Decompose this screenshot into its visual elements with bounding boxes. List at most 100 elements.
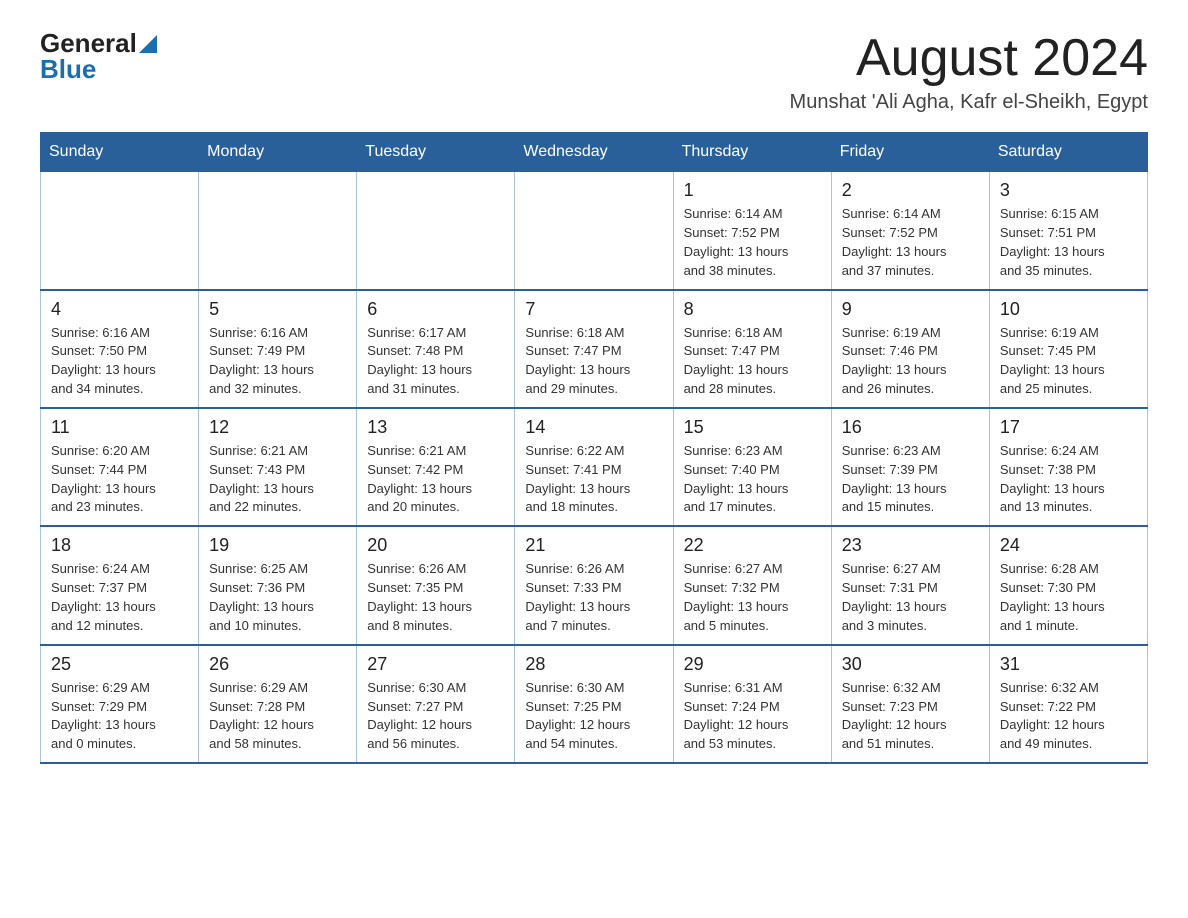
day-info: Sunrise: 6:32 AM Sunset: 7:22 PM Dayligh…	[1000, 679, 1137, 754]
logo-triangle-icon	[139, 35, 157, 53]
day-info: Sunrise: 6:30 AM Sunset: 7:27 PM Dayligh…	[367, 679, 504, 754]
day-number: 15	[684, 417, 821, 438]
logo: General Blue	[40, 30, 157, 82]
day-info: Sunrise: 6:18 AM Sunset: 7:47 PM Dayligh…	[525, 324, 662, 399]
day-info: Sunrise: 6:25 AM Sunset: 7:36 PM Dayligh…	[209, 560, 346, 635]
calendar-day: 5 Sunrise: 6:16 AM Sunset: 7:49 PM Daylig…	[199, 290, 357, 408]
col-header-friday: Friday	[831, 133, 989, 172]
day-number: 23	[842, 535, 979, 556]
day-number: 27	[367, 654, 504, 675]
day-number: 28	[525, 654, 662, 675]
day-info: Sunrise: 6:24 AM Sunset: 7:37 PM Dayligh…	[51, 560, 188, 635]
day-info: Sunrise: 6:19 AM Sunset: 7:46 PM Dayligh…	[842, 324, 979, 399]
day-info: Sunrise: 6:20 AM Sunset: 7:44 PM Dayligh…	[51, 442, 188, 517]
col-header-saturday: Saturday	[989, 133, 1147, 172]
day-info: Sunrise: 6:21 AM Sunset: 7:42 PM Dayligh…	[367, 442, 504, 517]
calendar-day: 14 Sunrise: 6:22 AM Sunset: 7:41 PM Dayli…	[515, 408, 673, 526]
calendar-day: 19 Sunrise: 6:25 AM Sunset: 7:36 PM Dayli…	[199, 526, 357, 644]
day-number: 13	[367, 417, 504, 438]
day-info: Sunrise: 6:21 AM Sunset: 7:43 PM Dayligh…	[209, 442, 346, 517]
day-number: 16	[842, 417, 979, 438]
calendar-day: 9Sunrise: 6:19 AM Sunset: 7:46 PM Daylig…	[831, 290, 989, 408]
day-info: Sunrise: 6:15 AM Sunset: 7:51 PM Dayligh…	[1000, 205, 1137, 280]
calendar-week-3: 11 Sunrise: 6:20 AM Sunset: 7:44 PM Dayli…	[41, 408, 1148, 526]
calendar-week-1: 1Sunrise: 6:14 AM Sunset: 7:52 PM Daylig…	[41, 172, 1148, 290]
calendar-day: 28 Sunrise: 6:30 AM Sunset: 7:25 PM Dayli…	[515, 645, 673, 763]
calendar-day: 4Sunrise: 6:16 AM Sunset: 7:50 PM Daylig…	[41, 290, 199, 408]
calendar-day: 15 Sunrise: 6:23 AM Sunset: 7:40 PM Dayli…	[673, 408, 831, 526]
day-info: Sunrise: 6:19 AM Sunset: 7:45 PM Dayligh…	[1000, 324, 1137, 399]
calendar-day	[199, 172, 357, 290]
day-number: 14	[525, 417, 662, 438]
col-header-monday: Monday	[199, 133, 357, 172]
day-info: Sunrise: 6:14 AM Sunset: 7:52 PM Dayligh…	[842, 205, 979, 280]
day-number: 11	[51, 417, 188, 438]
day-info: Sunrise: 6:23 AM Sunset: 7:40 PM Dayligh…	[684, 442, 821, 517]
day-info: Sunrise: 6:24 AM Sunset: 7:38 PM Dayligh…	[1000, 442, 1137, 517]
col-header-sunday: Sunday	[41, 133, 199, 172]
calendar-day: 10 Sunrise: 6:19 AM Sunset: 7:45 PM Dayli…	[989, 290, 1147, 408]
day-info: Sunrise: 6:29 AM Sunset: 7:28 PM Dayligh…	[209, 679, 346, 754]
calendar-day: 12 Sunrise: 6:21 AM Sunset: 7:43 PM Dayli…	[199, 408, 357, 526]
day-number: 30	[842, 654, 979, 675]
calendar-day: 7 Sunrise: 6:18 AM Sunset: 7:47 PM Daylig…	[515, 290, 673, 408]
day-number: 31	[1000, 654, 1137, 675]
calendar-day: 23 Sunrise: 6:27 AM Sunset: 7:31 PM Dayli…	[831, 526, 989, 644]
day-info: Sunrise: 6:16 AM Sunset: 7:49 PM Dayligh…	[209, 324, 346, 399]
day-number: 12	[209, 417, 346, 438]
calendar-day: 31 Sunrise: 6:32 AM Sunset: 7:22 PM Dayli…	[989, 645, 1147, 763]
calendar-day: 22 Sunrise: 6:27 AM Sunset: 7:32 PM Dayli…	[673, 526, 831, 644]
logo-blue-text: Blue	[40, 56, 96, 82]
calendar-day	[357, 172, 515, 290]
day-info: Sunrise: 6:31 AM Sunset: 7:24 PM Dayligh…	[684, 679, 821, 754]
calendar-day: 3 Sunrise: 6:15 AM Sunset: 7:51 PM Daylig…	[989, 172, 1147, 290]
day-info: Sunrise: 6:22 AM Sunset: 7:41 PM Dayligh…	[525, 442, 662, 517]
day-info: Sunrise: 6:17 AM Sunset: 7:48 PM Dayligh…	[367, 324, 504, 399]
calendar-day: 18 Sunrise: 6:24 AM Sunset: 7:37 PM Dayli…	[41, 526, 199, 644]
day-info: Sunrise: 6:14 AM Sunset: 7:52 PM Dayligh…	[684, 205, 821, 280]
month-title: August 2024	[790, 30, 1148, 87]
calendar-table: SundayMondayTuesdayWednesdayThursdayFrid…	[40, 132, 1148, 764]
location-title: Munshat 'Ali Agha, Kafr el-Sheikh, Egypt	[790, 91, 1148, 114]
calendar-day	[41, 172, 199, 290]
calendar-day: 6Sunrise: 6:17 AM Sunset: 7:48 PM Daylig…	[357, 290, 515, 408]
day-number: 17	[1000, 417, 1137, 438]
day-number: 8	[684, 299, 821, 320]
calendar-header-row: SundayMondayTuesdayWednesdayThursdayFrid…	[41, 133, 1148, 172]
calendar-day: 29Sunrise: 6:31 AM Sunset: 7:24 PM Dayli…	[673, 645, 831, 763]
day-number: 21	[525, 535, 662, 556]
day-info: Sunrise: 6:28 AM Sunset: 7:30 PM Dayligh…	[1000, 560, 1137, 635]
day-info: Sunrise: 6:16 AM Sunset: 7:50 PM Dayligh…	[51, 324, 188, 399]
day-number: 22	[684, 535, 821, 556]
day-info: Sunrise: 6:32 AM Sunset: 7:23 PM Dayligh…	[842, 679, 979, 754]
header-right: August 2024 Munshat 'Ali Agha, Kafr el-S…	[790, 30, 1148, 114]
calendar-day: 30 Sunrise: 6:32 AM Sunset: 7:23 PM Dayli…	[831, 645, 989, 763]
day-info: Sunrise: 6:30 AM Sunset: 7:25 PM Dayligh…	[525, 679, 662, 754]
calendar-day: 13 Sunrise: 6:21 AM Sunset: 7:42 PM Dayli…	[357, 408, 515, 526]
calendar-day	[515, 172, 673, 290]
page-header: General Blue August 2024 Munshat 'Ali Ag…	[40, 30, 1148, 114]
day-info: Sunrise: 6:27 AM Sunset: 7:31 PM Dayligh…	[842, 560, 979, 635]
day-number: 2	[842, 180, 979, 201]
day-number: 10	[1000, 299, 1137, 320]
day-number: 5	[209, 299, 346, 320]
day-number: 7	[525, 299, 662, 320]
day-number: 18	[51, 535, 188, 556]
calendar-week-2: 4Sunrise: 6:16 AM Sunset: 7:50 PM Daylig…	[41, 290, 1148, 408]
day-info: Sunrise: 6:18 AM Sunset: 7:47 PM Dayligh…	[684, 324, 821, 399]
day-number: 26	[209, 654, 346, 675]
day-info: Sunrise: 6:26 AM Sunset: 7:33 PM Dayligh…	[525, 560, 662, 635]
col-header-tuesday: Tuesday	[357, 133, 515, 172]
calendar-day: 11 Sunrise: 6:20 AM Sunset: 7:44 PM Dayli…	[41, 408, 199, 526]
logo-general-text: General	[40, 30, 137, 56]
calendar-day: 25Sunrise: 6:29 AM Sunset: 7:29 PM Dayli…	[41, 645, 199, 763]
day-number: 19	[209, 535, 346, 556]
calendar-day: 2 Sunrise: 6:14 AM Sunset: 7:52 PM Daylig…	[831, 172, 989, 290]
day-info: Sunrise: 6:27 AM Sunset: 7:32 PM Dayligh…	[684, 560, 821, 635]
calendar-day: 20Sunrise: 6:26 AM Sunset: 7:35 PM Dayli…	[357, 526, 515, 644]
calendar-day: 17 Sunrise: 6:24 AM Sunset: 7:38 PM Dayli…	[989, 408, 1147, 526]
day-number: 3	[1000, 180, 1137, 201]
calendar-week-5: 25Sunrise: 6:29 AM Sunset: 7:29 PM Dayli…	[41, 645, 1148, 763]
calendar-day: 27 Sunrise: 6:30 AM Sunset: 7:27 PM Dayli…	[357, 645, 515, 763]
calendar-day: 16Sunrise: 6:23 AM Sunset: 7:39 PM Dayli…	[831, 408, 989, 526]
